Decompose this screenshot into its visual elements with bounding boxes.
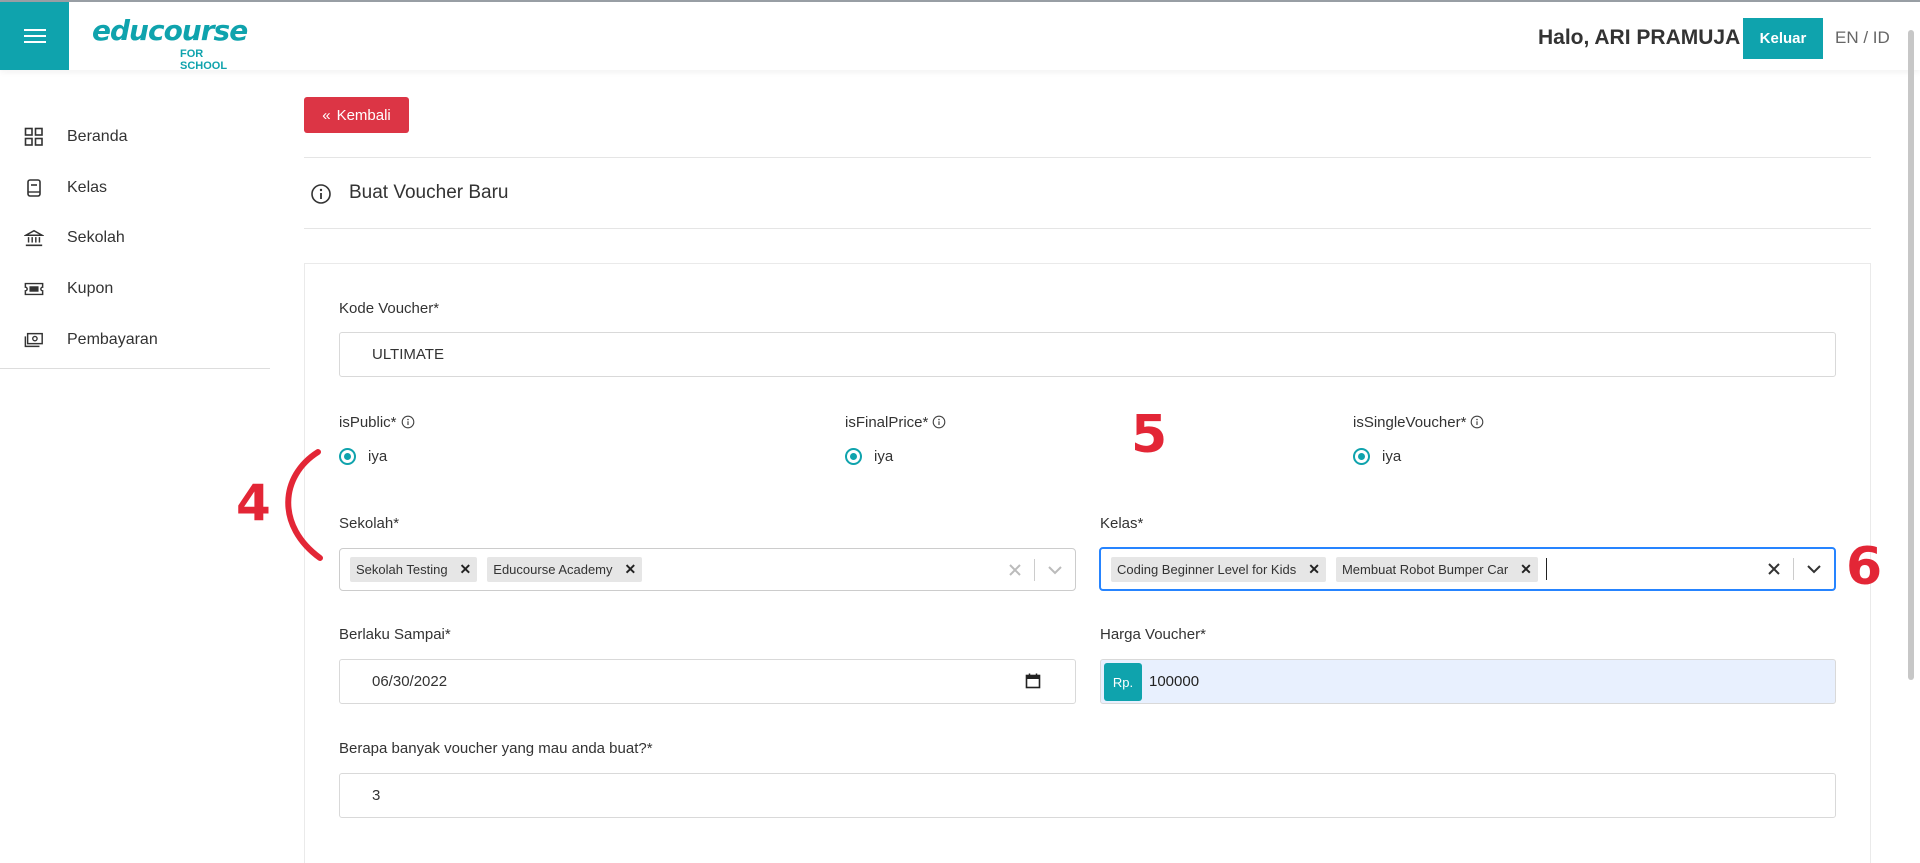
tag-label: Membuat Robot Bumper Car bbox=[1341, 561, 1509, 577]
sidebar-item-pembayaran[interactable]: Pembayaran bbox=[0, 320, 270, 360]
sidebar-item-label: Kupon bbox=[67, 280, 114, 297]
radio-label: iya bbox=[1382, 448, 1402, 465]
info-icon[interactable] bbox=[401, 415, 415, 433]
sidebar-item-kelas[interactable]: Kelas bbox=[0, 168, 270, 208]
logo[interactable]: educourse FOR SCHOOL bbox=[92, 14, 252, 72]
jumlah-voucher-label: Berapa banyak voucher yang mau anda buat… bbox=[339, 740, 653, 757]
user-greeting: Halo, ARI PRAMUJA bbox=[1538, 26, 1741, 49]
selected-tag: Coding Beginner Level for Kids ✕ bbox=[1111, 556, 1326, 582]
remove-tag-icon[interactable]: ✕ bbox=[460, 561, 472, 578]
hamburger-icon bbox=[23, 29, 46, 43]
info-circle-icon bbox=[310, 181, 332, 207]
is-public-label-text: isPublic* bbox=[339, 414, 397, 431]
radio-label: iya bbox=[874, 448, 894, 465]
annotation-number-5: 5 bbox=[1131, 405, 1168, 465]
sekolah-label: Sekolah* bbox=[339, 515, 400, 532]
harga-voucher-label: Harga Voucher* bbox=[1100, 626, 1206, 643]
sidebar-item-kupon[interactable]: Kupon bbox=[0, 269, 270, 309]
kelas-label: Kelas* bbox=[1100, 515, 1144, 532]
grid-icon bbox=[24, 127, 44, 147]
remove-tag-icon[interactable]: ✕ bbox=[1520, 561, 1532, 578]
is-final-price-label-text: isFinalPrice* bbox=[845, 414, 929, 431]
sekolah-select[interactable]: Sekolah Testing ✕ Educourse Academy ✕ bbox=[339, 548, 1076, 591]
info-icon[interactable] bbox=[932, 415, 946, 433]
harga-voucher-input[interactable]: 100000 bbox=[1100, 659, 1836, 704]
remove-tag-icon[interactable]: ✕ bbox=[625, 561, 637, 578]
is-final-price-label: isFinalPrice* bbox=[845, 414, 946, 433]
radio-selected-icon bbox=[845, 448, 862, 465]
double-chevron-left-icon: « bbox=[322, 106, 331, 124]
radio-selected-icon bbox=[1353, 448, 1370, 465]
logo-subtitle: FOR SCHOOL bbox=[180, 48, 228, 72]
cash-icon bbox=[24, 330, 44, 350]
berlaku-sampai-label: Berlaku Sampai* bbox=[339, 626, 451, 643]
is-public-radio[interactable]: iya bbox=[339, 448, 387, 465]
page-title: Buat Voucher Baru bbox=[349, 182, 509, 203]
selected-tag: Sekolah Testing ✕ bbox=[350, 557, 478, 582]
language-switch[interactable]: EN / ID bbox=[1835, 28, 1890, 48]
chevron-down-icon[interactable] bbox=[1035, 565, 1075, 575]
logo-wordmark: educourse bbox=[92, 14, 248, 47]
sidebar-item-label: Sekolah bbox=[67, 229, 125, 246]
is-single-voucher-label-text: isSingleVoucher* bbox=[1353, 414, 1467, 431]
sidebar-item-beranda[interactable]: Beranda bbox=[0, 117, 270, 157]
bank-icon bbox=[24, 228, 44, 248]
logout-button[interactable]: Keluar bbox=[1743, 18, 1823, 59]
kelas-select[interactable]: Coding Beginner Level for Kids ✕ Membuat … bbox=[1099, 547, 1836, 591]
back-button[interactable]: « Kembali bbox=[304, 97, 409, 133]
radio-selected-icon bbox=[339, 448, 356, 465]
sidebar-item-sekolah[interactable]: Sekolah bbox=[0, 218, 270, 258]
page-scrollbar[interactable] bbox=[1908, 30, 1914, 680]
clear-icon[interactable] bbox=[1755, 562, 1793, 576]
annotation-number-6: 6 bbox=[1846, 537, 1883, 597]
back-button-label: Kembali bbox=[336, 106, 391, 124]
is-single-voucher-radio[interactable]: iya bbox=[1353, 448, 1401, 465]
book-icon bbox=[24, 178, 44, 198]
remove-tag-icon[interactable]: ✕ bbox=[1308, 561, 1320, 578]
sidebar-item-label: Beranda bbox=[67, 128, 128, 145]
is-public-label: isPublic* bbox=[339, 414, 415, 433]
sidebar-item-label: Kelas bbox=[67, 179, 108, 196]
tag-label: Educourse Academy bbox=[493, 562, 613, 577]
calendar-icon[interactable] bbox=[1025, 673, 1041, 693]
selected-tag: Membuat Robot Bumper Car ✕ bbox=[1335, 556, 1538, 582]
info-icon[interactable] bbox=[1470, 415, 1484, 433]
divider bbox=[304, 157, 1871, 158]
annotation-bracket bbox=[285, 449, 323, 561]
tag-label: Coding Beginner Level for Kids bbox=[1117, 561, 1297, 577]
text-cursor bbox=[1545, 558, 1547, 580]
annotation-number-4: 4 bbox=[236, 474, 271, 532]
menu-toggle-button[interactable] bbox=[0, 2, 69, 70]
top-header: educourse FOR SCHOOL Halo, ARI PRAMUJA K… bbox=[0, 2, 1920, 72]
kode-voucher-label: Kode Voucher* bbox=[339, 300, 440, 317]
divider bbox=[304, 228, 1871, 229]
is-final-price-radio[interactable]: iya bbox=[845, 448, 893, 465]
radio-label: iya bbox=[368, 448, 388, 465]
chevron-down-icon[interactable] bbox=[1794, 564, 1834, 574]
kode-voucher-input[interactable]: ULTIMATE bbox=[339, 332, 1836, 377]
date-value: 06/30/2022 bbox=[372, 673, 448, 690]
tag-label: Sekolah Testing bbox=[356, 562, 448, 577]
berlaku-sampai-date-input[interactable]: 06/30/2022 bbox=[339, 659, 1076, 704]
sidebar: Beranda Kelas Sekolah Kupon Pembayaran bbox=[0, 70, 270, 370]
clear-icon[interactable] bbox=[996, 563, 1034, 577]
selected-tag: Educourse Academy ✕ bbox=[487, 557, 643, 582]
ticket-icon bbox=[24, 279, 44, 299]
currency-prefix: Rp. bbox=[1104, 663, 1142, 701]
sidebar-item-label: Pembayaran bbox=[67, 331, 158, 348]
is-single-voucher-label: isSingleVoucher* bbox=[1353, 414, 1484, 433]
jumlah-voucher-input[interactable]: 3 bbox=[339, 773, 1836, 818]
sidebar-divider bbox=[0, 368, 270, 369]
